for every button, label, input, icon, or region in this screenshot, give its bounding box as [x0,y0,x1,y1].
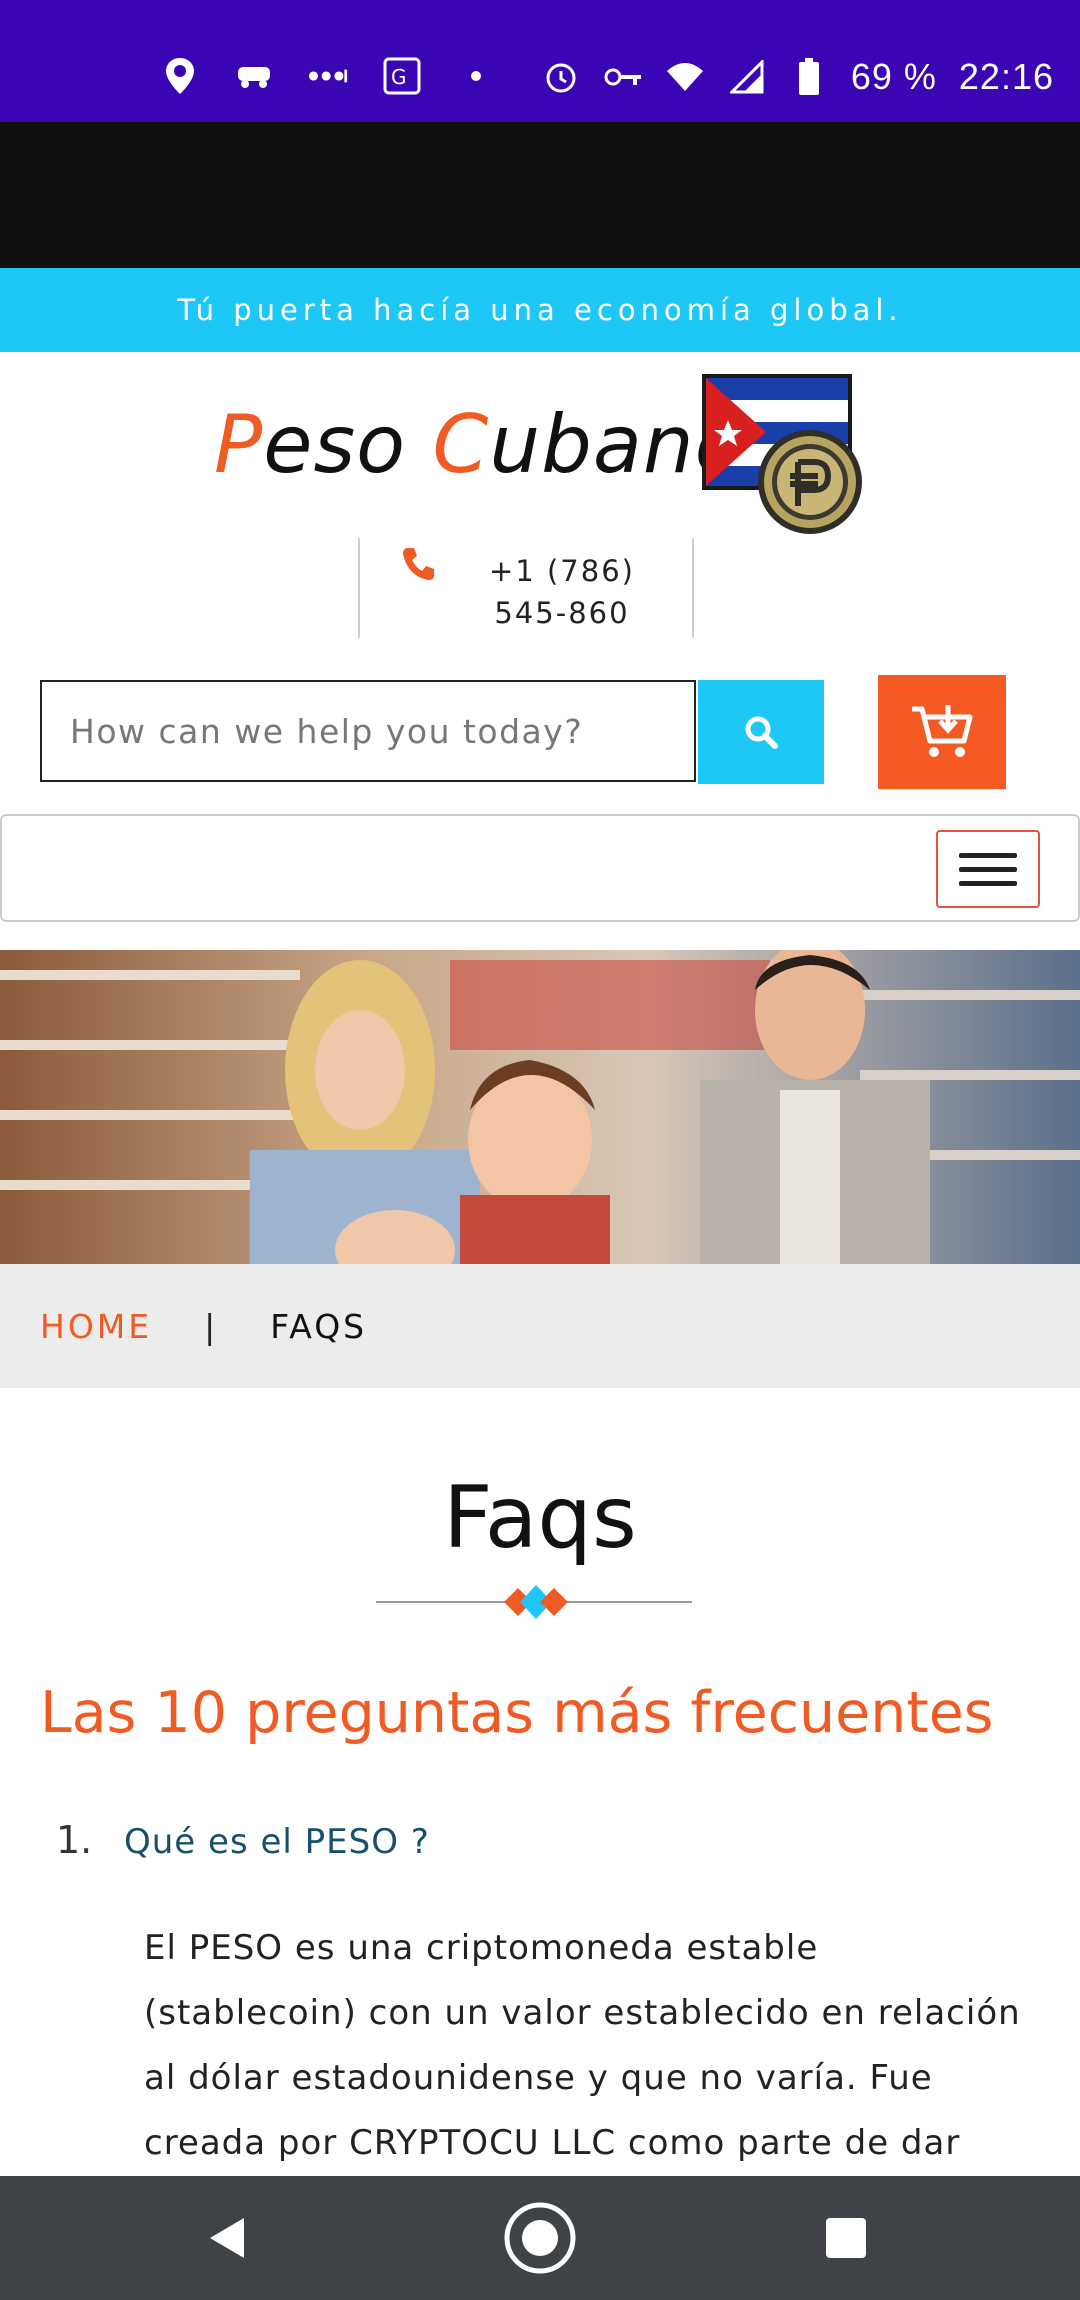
svg-text:G: G [391,65,407,89]
alarm-icon [541,57,581,97]
search-button[interactable] [698,680,824,784]
section-heading: Las 10 preguntas más frecuentes [40,1680,994,1746]
tagline: Tú puerta hacía una economía global. [0,268,1080,352]
battery-percentage: 69 % [850,56,937,97]
back-icon[interactable] [196,2206,260,2270]
hero-image-family-shopping [0,950,1080,1264]
car-icon [234,56,274,96]
answer-text: El PESO es una criptomoneda estable (sta… [144,1928,1021,2163]
search-icon [745,716,778,749]
site-logo[interactable]: Peso Cubano [0,360,1080,540]
cart-button[interactable] [878,675,1006,789]
home-icon[interactable] [500,2198,580,2278]
breadcrumb-home-link[interactable]: HOME [40,1307,152,1346]
signal-icon [727,57,767,97]
status-bar: G 69 % 22:16 [0,0,1080,122]
shopping-cart-icon [912,705,973,757]
key-icon [603,57,643,97]
page-title: Faqs [443,1468,637,1568]
location-icon [160,56,200,96]
phone-contact[interactable]: +1 (786) 545-860 [358,538,694,638]
system-navigation-bar [0,2176,1080,2300]
title-divider [376,1585,692,1619]
menu-toggle-button[interactable] [936,830,1040,908]
breadcrumb-current: FAQS [270,1306,368,1346]
translate-icon: G [382,56,422,96]
search-input[interactable]: How can we help you today? [40,680,696,782]
hamburger-line [959,866,1017,872]
phone-number: +1 (786) 545-860 [489,554,635,630]
hamburger-line [959,880,1017,886]
question-number: 1. [56,1818,93,1862]
more-dots-icon [308,56,348,96]
cuban-flag-coin-logo [702,374,862,534]
top-banner [0,122,1080,268]
clock: 22:16 [958,56,1054,97]
logo-text: Peso Cubano [214,398,745,491]
breadcrumb-separator: | [204,1306,219,1346]
recents-icon[interactable] [814,2206,878,2270]
hamburger-line [959,852,1017,858]
wifi-icon [665,57,705,97]
main-navbar [0,814,1080,922]
phone-icon [403,548,434,580]
question-link[interactable]: Qué es el PESO ? [124,1822,430,1862]
battery-icon [789,57,829,97]
dot-icon [456,56,496,96]
breadcrumb: HOME | FAQS [0,1264,1080,1388]
